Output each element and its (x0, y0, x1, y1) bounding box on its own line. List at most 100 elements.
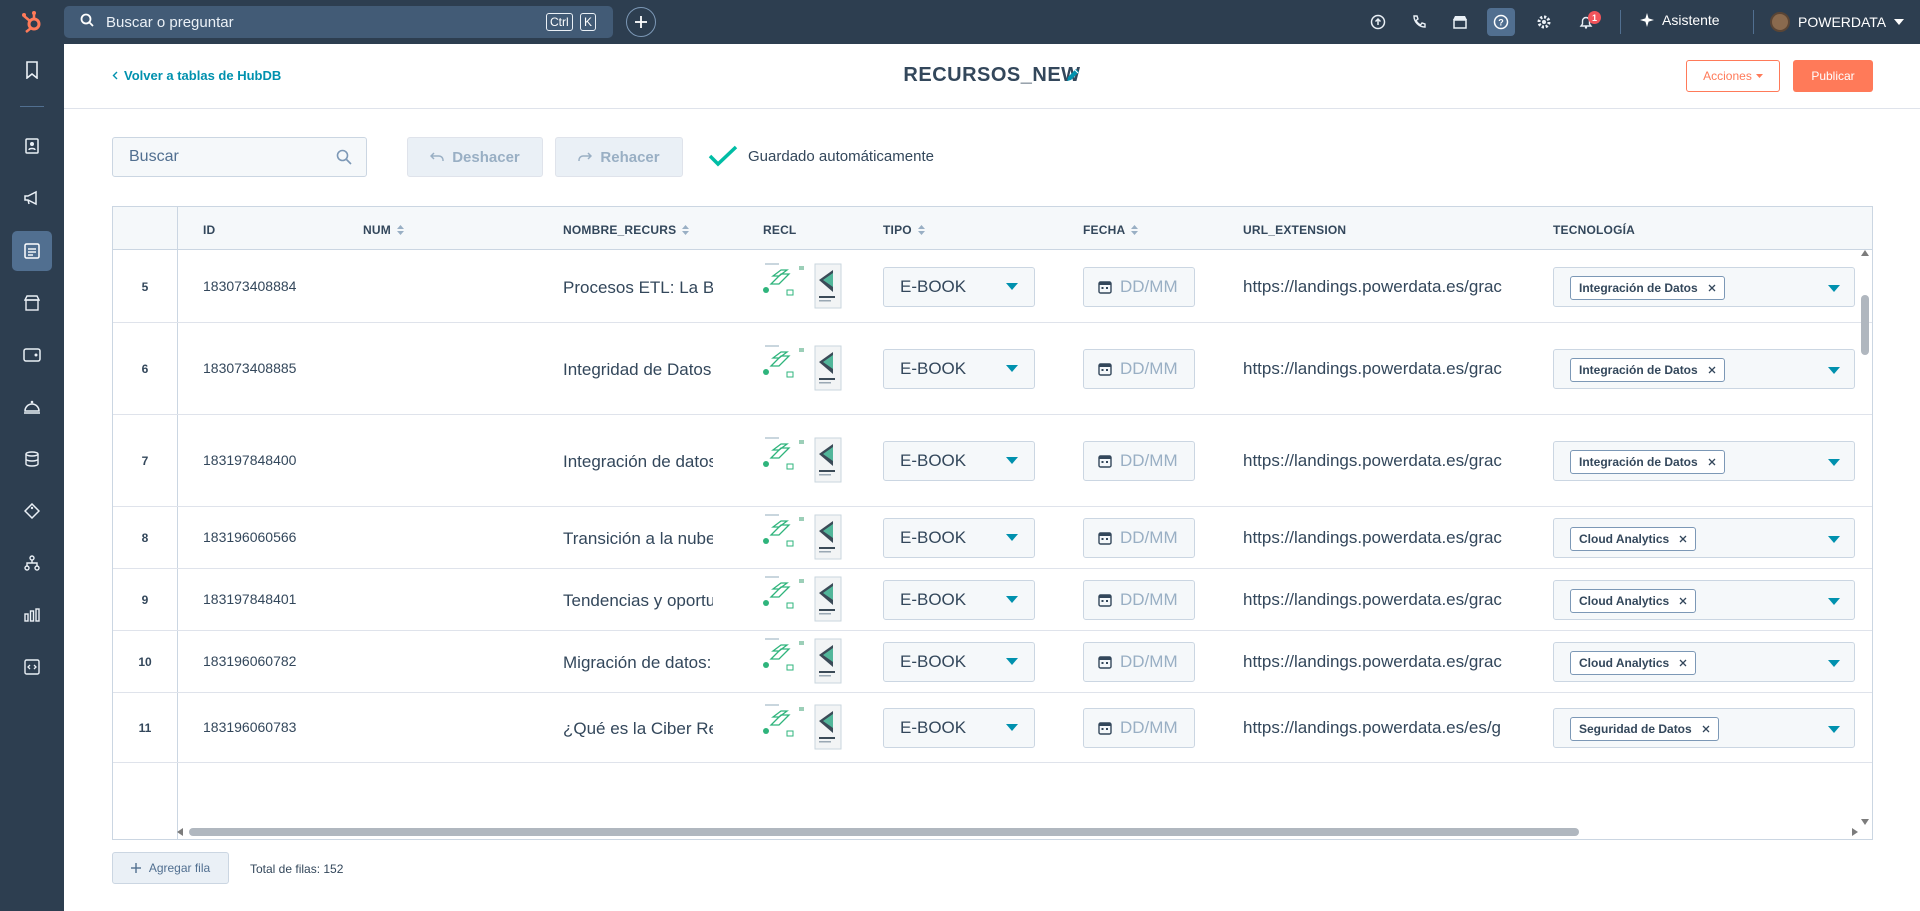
row-id[interactable]: 183197848400 (203, 452, 296, 468)
row-id[interactable]: 183196060566 (203, 529, 296, 545)
marketplace-icon[interactable] (1446, 8, 1474, 36)
global-search-input[interactable]: Buscar o preguntar Ctrl K (64, 6, 613, 38)
column-header-url-extension[interactable]: URL_EXTENSION (1243, 223, 1346, 237)
phone-icon[interactable] (1405, 8, 1433, 36)
marketing-megaphone-icon[interactable] (12, 178, 52, 218)
tecnologia-multiselect[interactable]: Integración de Datos (1553, 349, 1855, 389)
column-header-fecha[interactable]: FECHA (1083, 223, 1139, 237)
row-id[interactable]: 183196060783 (203, 719, 296, 735)
tipo-dropdown[interactable]: E-BOOK (883, 708, 1035, 748)
tipo-dropdown[interactable]: E-BOOK (883, 441, 1035, 481)
commerce-store-icon[interactable] (12, 283, 52, 323)
tag-icon[interactable] (12, 491, 52, 531)
vertical-scrollbar-thumb[interactable] (1861, 295, 1869, 355)
remove-tag-close-icon[interactable] (1679, 535, 1687, 543)
redo-button[interactable]: Rehacer (555, 137, 683, 177)
tecnologia-multiselect[interactable]: Integración de Datos (1553, 266, 1855, 307)
row-id[interactable]: 183073408885 (203, 360, 296, 376)
row-nombre-recurso[interactable]: Integración de datos (563, 452, 713, 472)
remove-tag-close-icon[interactable] (1702, 725, 1710, 733)
fecha-date-input[interactable]: DD/MM (1083, 441, 1195, 481)
horizontal-scrollbar-thumb[interactable] (189, 828, 1579, 836)
row-id[interactable]: 183196060782 (203, 653, 296, 669)
contacts-icon[interactable] (12, 126, 52, 166)
tipo-dropdown[interactable]: E-BOOK (883, 580, 1035, 620)
column-header-tecnologia[interactable]: TECNOLOGÍA (1553, 223, 1635, 237)
content-icon[interactable] (12, 231, 52, 271)
fecha-date-input[interactable]: DD/MM (1083, 580, 1195, 620)
row-nombre-recurso[interactable]: Tendencias y oportu (563, 591, 713, 611)
tipo-dropdown[interactable]: E-BOOK (883, 642, 1035, 682)
tecnologia-multiselect[interactable]: Cloud Analytics (1553, 518, 1855, 558)
tipo-dropdown[interactable]: E-BOOK (883, 266, 1035, 307)
workflows-icon[interactable] (12, 543, 52, 583)
resource-thumbnail[interactable] (763, 575, 845, 625)
tecnologia-multiselect[interactable]: Seguridad de Datos (1553, 708, 1855, 748)
column-header-id[interactable]: ID (203, 223, 215, 237)
resource-thumbnail[interactable] (763, 703, 845, 753)
wallet-icon[interactable] (12, 335, 52, 375)
upgrade-icon[interactable] (1364, 8, 1392, 36)
account-menu[interactable]: POWERDATA (1770, 12, 1905, 32)
vertical-scrollbar[interactable] (1858, 250, 1872, 825)
row-nombre-recurso[interactable]: Procesos ETL: La Ba (563, 278, 713, 298)
row-nombre-recurso[interactable]: ¿Qué es la Ciber Res (563, 719, 713, 739)
url-extension-cell[interactable]: https://landings.powerdata.es/grac (1243, 652, 1505, 672)
url-extension-cell[interactable]: https://landings.powerdata.es/grac (1243, 451, 1505, 471)
settings-gear-icon[interactable] (1530, 8, 1558, 36)
undo-button[interactable]: Deshacer (407, 137, 543, 177)
scroll-down-arrow-icon (1861, 819, 1869, 825)
row-id[interactable]: 183073408884 (203, 278, 296, 294)
url-extension-cell[interactable]: https://landings.powerdata.es/grac (1243, 359, 1505, 379)
resource-thumbnail[interactable] (763, 261, 845, 312)
remove-tag-close-icon[interactable] (1679, 659, 1687, 667)
url-extension-cell[interactable]: https://landings.powerdata.es/grac (1243, 277, 1505, 297)
row-nombre-recurso[interactable]: Transición a la nube: (563, 529, 713, 549)
tecnologia-multiselect[interactable]: Cloud Analytics (1553, 642, 1855, 682)
resource-thumbnail[interactable] (763, 637, 845, 687)
development-code-icon[interactable] (12, 647, 52, 687)
help-icon[interactable]: ? (1487, 8, 1515, 36)
remove-tag-close-icon[interactable] (1708, 366, 1716, 374)
column-header-tipo[interactable]: TIPO (883, 223, 925, 237)
remove-tag-close-icon[interactable] (1708, 284, 1716, 292)
row-nombre-recurso[interactable]: Migración de datos: (563, 653, 713, 673)
notifications-bell-icon[interactable]: 1 (1572, 8, 1601, 36)
column-header-recurso[interactable]: RECL (763, 223, 796, 237)
remove-tag-close-icon[interactable] (1679, 597, 1687, 605)
url-extension-cell[interactable]: https://landings.powerdata.es/grac (1243, 528, 1505, 548)
actions-dropdown-button[interactable]: Acciones (1686, 60, 1780, 92)
redo-icon (578, 152, 593, 161)
fecha-date-input[interactable]: DD/MM (1083, 642, 1195, 682)
reports-chart-icon[interactable] (12, 595, 52, 635)
horizontal-scrollbar[interactable] (177, 825, 1858, 839)
tecnologia-multiselect[interactable]: Integración de Datos (1553, 441, 1855, 481)
column-header-nombre-recurso[interactable]: NOMBRE_RECURS (563, 223, 690, 237)
resource-thumbnail[interactable] (763, 513, 845, 563)
edit-pencil-icon[interactable] (1065, 67, 1081, 88)
column-header-num[interactable]: NUM (363, 223, 404, 237)
publish-button[interactable]: Publicar (1793, 60, 1873, 92)
fecha-date-input[interactable]: DD/MM (1083, 518, 1195, 558)
resource-thumbnail[interactable] (763, 436, 845, 486)
url-extension-cell[interactable]: https://landings.powerdata.es/es/g (1243, 718, 1505, 738)
create-new-button[interactable] (626, 7, 656, 37)
remove-tag-close-icon[interactable] (1708, 458, 1716, 466)
service-bell-icon[interactable] (12, 387, 52, 427)
database-icon[interactable] (12, 439, 52, 479)
fecha-date-input[interactable]: DD/MM (1083, 266, 1195, 307)
tecnologia-multiselect[interactable]: Cloud Analytics (1553, 580, 1855, 620)
add-row-button[interactable]: Agregar fila (112, 852, 229, 884)
row-nombre-recurso[interactable]: Integridad de Datos (563, 360, 713, 380)
url-extension-cell[interactable]: https://landings.powerdata.es/grac (1243, 590, 1505, 610)
tipo-dropdown[interactable]: E-BOOK (883, 518, 1035, 558)
table-search-input[interactable]: Buscar (112, 137, 367, 177)
bookmarks-icon[interactable] (12, 50, 52, 90)
resource-thumbnail[interactable] (763, 344, 845, 394)
assistant-button[interactable]: Asistente (1640, 12, 1720, 28)
fecha-date-input[interactable]: DD/MM (1083, 349, 1195, 389)
row-id[interactable]: 183197848401 (203, 591, 296, 607)
fecha-date-input[interactable]: DD/MM (1083, 708, 1195, 748)
tipo-dropdown[interactable]: E-BOOK (883, 349, 1035, 389)
hubspot-logo-icon[interactable] (0, 0, 64, 44)
